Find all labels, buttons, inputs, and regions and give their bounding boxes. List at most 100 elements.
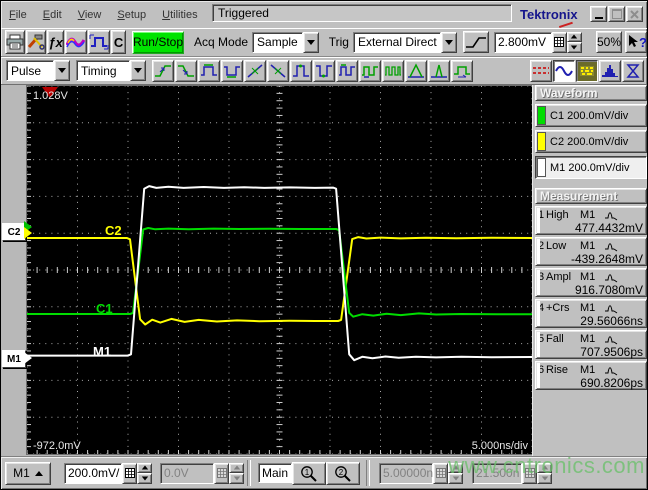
pos-crossing-button[interactable]	[244, 59, 266, 82]
trigger-source-dropdown-arrow[interactable]	[440, 31, 457, 53]
area-button[interactable]	[451, 59, 473, 82]
color-grade-button[interactable]	[576, 59, 598, 82]
measurement-button-low[interactable]: 2 Low M1 -439.2648mV	[535, 237, 647, 266]
waveform-button-c2[interactable]: C2 200.0mV/div	[535, 130, 647, 153]
vertical-scale-up[interactable]	[137, 462, 152, 473]
menu-utilities[interactable]: Utilities	[154, 7, 205, 23]
measurement-button-ampl[interactable]: 3 Ampl M1 916.7080mV	[535, 268, 647, 297]
pos-crossing-icon	[247, 63, 263, 78]
neg-pulse-button[interactable]	[313, 59, 335, 82]
trigger-level-down[interactable]	[566, 42, 582, 53]
svg-text:5.000ns/div: 5.000ns/div	[472, 440, 529, 452]
period-button[interactable]	[336, 59, 358, 82]
vertical-offset-spinner: 0.0V	[160, 462, 244, 484]
math-function-button[interactable]: ƒx	[47, 30, 65, 54]
divider	[247, 460, 251, 486]
vertical-scale-keypad-button[interactable]	[122, 462, 137, 484]
menu-setup[interactable]: Setup	[109, 7, 154, 23]
svg-text:1: 1	[305, 468, 310, 477]
trigger-source-value: External Direct	[352, 31, 441, 53]
neg-width-button[interactable]	[221, 59, 243, 82]
neg-pulse-icon	[316, 64, 332, 77]
measurement-buttons-group	[152, 59, 474, 82]
neg-crossing-button[interactable]	[267, 59, 289, 82]
close-button[interactable]	[626, 6, 643, 22]
trigger-level-spinner[interactable]: 2.800mV	[493, 31, 582, 53]
measure-subcategory-select[interactable]: Timing	[76, 60, 146, 81]
vertical-scale-down[interactable]	[137, 473, 152, 484]
acq-mode-dropdown-arrow[interactable]	[302, 31, 319, 53]
timebase-keypad-button	[433, 462, 448, 484]
menu-edit[interactable]: Edit	[35, 7, 70, 23]
trigger-level-keypad-button[interactable]	[551, 31, 567, 53]
c2-scale-readout: C2 200.0mV/div	[550, 135, 629, 148]
frequency-icon	[362, 65, 378, 78]
vertical-offset-spin	[229, 462, 244, 484]
measure-subcategory-dropdown-arrow[interactable]	[130, 60, 146, 81]
measure-category-select[interactable]: Pulse	[6, 60, 70, 81]
rise-time-button[interactable]	[152, 59, 174, 82]
zoom-percent-button[interactable]: 50%	[595, 31, 622, 53]
display-area: C2 C1 M1 1.028V -972.0mV 5.000ns/div C2 M1 Wa…	[1, 85, 647, 456]
acq-mode-value: Sample	[252, 31, 303, 53]
vector-display-button[interactable]	[553, 59, 575, 82]
waveform-color-button[interactable]	[65, 30, 88, 54]
source-select-button[interactable]: M1	[5, 461, 51, 485]
run-stop-button[interactable]: Run/Stop	[131, 30, 185, 54]
frequency-button[interactable]	[359, 59, 381, 82]
c2-color-chip	[537, 132, 546, 151]
pos-width-button[interactable]	[198, 59, 220, 82]
measure-category-dropdown-arrow[interactable]	[54, 60, 70, 81]
keypad-icon	[554, 37, 565, 47]
vertical-scale-spin[interactable]	[137, 462, 152, 484]
vertical-scale-spinner[interactable]: 200.0mV/	[64, 462, 152, 484]
trigger-level-up[interactable]	[566, 31, 582, 42]
measurement-value: 29.56066ns	[580, 314, 643, 328]
trigger-slope-button[interactable]	[462, 31, 489, 53]
measurement-button-high[interactable]: 1 High M1 477.4432mV	[535, 206, 647, 235]
eye-mask-button[interactable]	[622, 59, 644, 82]
peak-button[interactable]	[428, 59, 450, 82]
toolbox-button[interactable]	[26, 30, 46, 54]
measurement-button-pos-crossing[interactable]: 4 +Crs M1 29.56066ns	[535, 299, 647, 328]
pos-pulse-button[interactable]	[290, 59, 312, 82]
print-button[interactable]	[5, 30, 25, 54]
clear-button[interactable]: C	[111, 30, 126, 54]
svg-text:M1: M1	[93, 344, 111, 359]
view-main-indicator[interactable]: Main	[258, 463, 292, 483]
trigger-level-value[interactable]: 2.800mV	[493, 31, 552, 53]
waveform-button-m1[interactable]: M1 200.0mV/div	[535, 156, 647, 179]
waveform-button-c1[interactable]: C1 200.0mV/div	[535, 104, 647, 127]
maximize-button[interactable]	[608, 6, 625, 22]
rise-time-icon	[155, 64, 171, 77]
m1-position-marker[interactable]: M1	[2, 350, 26, 368]
measurement-button-fall[interactable]: 5 Fall M1 707.9506ps	[535, 330, 647, 359]
trigger-source-select[interactable]: External Direct	[352, 31, 457, 53]
fall-time-button[interactable]	[175, 59, 197, 82]
main-toolbar: ƒx C Run/Stop Acq Mode Sample Trig Exter…	[1, 28, 647, 57]
vertical-scale-value[interactable]: 200.0mV/	[64, 462, 122, 484]
burst-width-button[interactable]	[382, 59, 404, 82]
amplitude-button[interactable]	[405, 59, 427, 82]
menu-file[interactable]: File	[1, 7, 35, 23]
measurement-button-rise[interactable]: 6 Rise M1 690.8206ps	[535, 361, 647, 390]
acq-mode-select[interactable]: Sample	[252, 31, 319, 53]
horizontal-position-value: 21.500n	[472, 462, 522, 484]
zoom-view-2-button[interactable]: 2	[326, 461, 360, 485]
cursors-button[interactable]	[530, 59, 552, 82]
measurement-panel-header: Measurement	[535, 188, 647, 204]
measurement-source: M1	[580, 208, 596, 221]
autoset-button[interactable]	[88, 30, 111, 54]
c2-marker-arrow[interactable]	[24, 227, 32, 239]
zoom-view-1-button[interactable]: 1	[292, 461, 326, 485]
measurement-source: M1	[580, 239, 596, 252]
minimize-button[interactable]	[590, 6, 607, 22]
c2-position-marker[interactable]: C2	[2, 223, 26, 241]
histogram-button[interactable]	[599, 59, 621, 82]
menu-view[interactable]: View	[70, 7, 110, 23]
display-style-group	[530, 59, 645, 82]
divider	[366, 460, 370, 486]
m1-marker-arrow[interactable]	[24, 352, 32, 364]
trigger-level-spin[interactable]	[566, 31, 582, 53]
context-help-button[interactable]: ?	[625, 31, 647, 53]
